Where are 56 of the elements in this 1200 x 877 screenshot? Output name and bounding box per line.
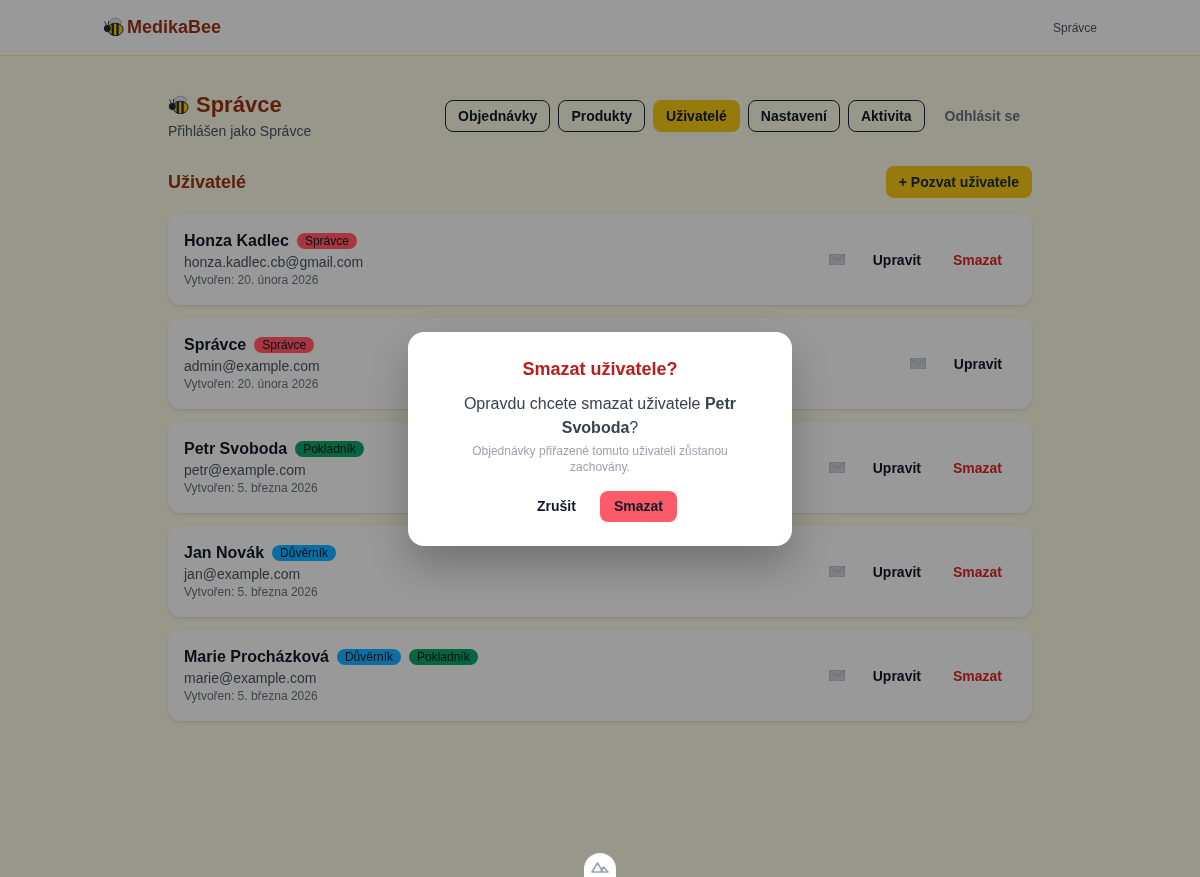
dialog-note: Objednávky přiřazené tomuto uživateli zůstanou zachovány. xyxy=(471,442,729,475)
user-email: honza.kadlec.cb@gmail.com xyxy=(184,253,364,272)
confirm-delete-button[interactable]: Smazat xyxy=(599,490,677,522)
role-tag: Správce xyxy=(254,337,315,353)
page-subtitle: Přihlášen jako Správce xyxy=(168,122,312,140)
delete-button[interactable]: Smazat xyxy=(938,245,1016,274)
role-tag: Pokladník xyxy=(409,649,478,665)
user-name: Správce xyxy=(1052,20,1097,35)
cancel-button[interactable]: Zrušit xyxy=(523,490,590,522)
section-title: Uživatelé xyxy=(168,171,247,193)
delete-button[interactable]: Smazat xyxy=(938,453,1016,482)
logo-text[interactable]: MedikaBee xyxy=(127,17,222,38)
envelope-icon xyxy=(828,566,845,577)
role-tag: Správce xyxy=(296,233,357,249)
edit-button[interactable]: Upravit xyxy=(858,453,935,482)
user-email: jan@example.com xyxy=(184,565,302,584)
role-tag: Důvěrník xyxy=(272,545,337,561)
envelope-icon xyxy=(828,462,845,473)
user-email: petr@example.com xyxy=(184,461,307,480)
user-name: Jan Novák xyxy=(184,544,265,562)
edit-button[interactable]: Upravit xyxy=(858,245,935,274)
page-title: Správce xyxy=(196,92,282,118)
edit-button[interactable]: Upravit xyxy=(858,661,935,690)
user-email: marie@example.com xyxy=(184,669,318,688)
user-name: Marie Procházková xyxy=(184,648,329,666)
envelope-icon xyxy=(828,254,845,265)
created-date: Vytvořen: 5. března 2026 xyxy=(184,688,319,705)
envelope-icon xyxy=(828,670,845,681)
dialog-message: Opravdu chcete smazat uživatele Petr Svoboda? xyxy=(462,393,738,438)
user-email: admin@example.com xyxy=(184,357,320,376)
edit-button[interactable]: Upravit xyxy=(858,557,935,586)
user-name: Honza Kadlec xyxy=(184,232,289,250)
peaks-icon xyxy=(591,861,609,873)
bee-icon xyxy=(168,94,191,116)
nav-tab[interactable]: Nastavení xyxy=(747,100,840,132)
invite-user-button[interactable]: + Pozvat uživatele xyxy=(885,166,1032,198)
nav-tab[interactable]: Objednávky xyxy=(445,100,551,132)
delete-button[interactable]: Smazat xyxy=(938,661,1016,690)
nav-tab[interactable]: Produkty xyxy=(558,100,646,132)
dialog-title: Smazat uživatele? xyxy=(521,357,679,381)
logout-link[interactable]: Odhlásit se xyxy=(932,100,1032,132)
created-date: Vytvořen: 20. února 2026 xyxy=(184,376,320,393)
nav-tab[interactable]: Uživatelé xyxy=(653,100,740,132)
user-name: Správce xyxy=(184,336,247,354)
bee-icon xyxy=(103,17,126,38)
delete-button[interactable]: Smazat xyxy=(938,557,1016,586)
user-name: Petr Svoboda xyxy=(184,440,288,458)
role-tag: Důvěrník xyxy=(336,649,401,665)
created-date: Vytvořen: 5. března 2026 xyxy=(184,584,319,601)
role-tag: Pokladník xyxy=(295,441,364,457)
created-date: Vytvořen: 20. února 2026 xyxy=(184,272,320,289)
nav-tab[interactable]: Aktivita xyxy=(847,100,925,132)
envelope-icon xyxy=(909,358,926,369)
created-date: Vytvořen: 5. března 2026 xyxy=(184,480,319,497)
floating-toggle-button[interactable] xyxy=(584,853,616,877)
edit-button[interactable]: Upravit xyxy=(939,349,1016,378)
